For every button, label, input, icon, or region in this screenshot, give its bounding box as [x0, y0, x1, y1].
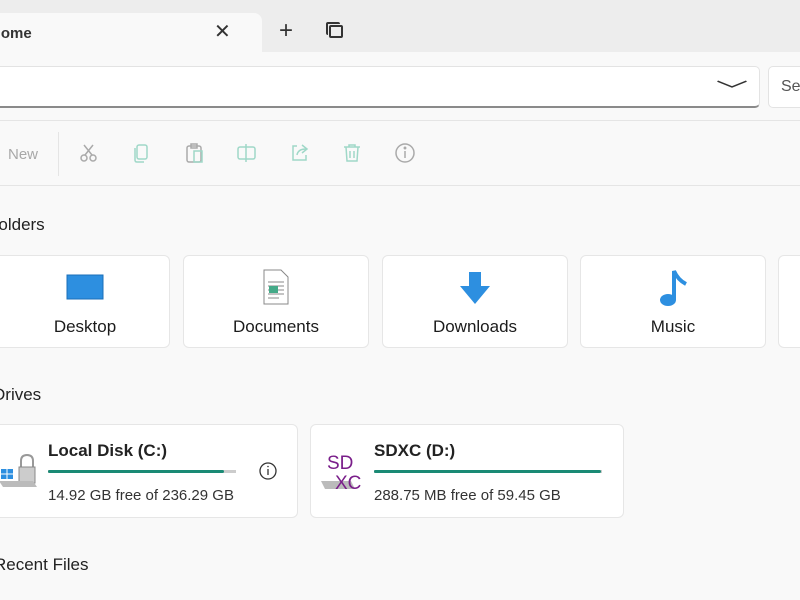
drive-name: SDXC (D:) — [374, 441, 456, 460]
tab-title: Home — [0, 25, 32, 42]
paste-icon[interactable] — [184, 142, 206, 164]
close-tab-icon[interactable]: ✕ — [214, 19, 231, 44]
cut-icon[interactable] — [78, 142, 100, 164]
drive-c[interactable]: Local Disk (C:) 14.92 GB free of 236.29 … — [0, 424, 298, 518]
info-icon[interactable] — [258, 461, 278, 481]
svg-text:SD: SD — [327, 453, 353, 474]
drive-name: Local Disk (C:) — [48, 441, 168, 460]
folder-label: Downloads — [432, 317, 518, 336]
properties-icon[interactable] — [394, 142, 416, 164]
sdxc-drive-icon: SDXC — [321, 453, 361, 494]
folder-downloads[interactable]: Downloads — [382, 255, 568, 348]
section-drives: Drives — [0, 385, 42, 404]
folder-desktop[interactable]: Desktop — [0, 255, 170, 348]
documents-icon — [263, 269, 289, 305]
duplicate-tab-icon[interactable] — [326, 22, 343, 38]
folder-documents[interactable]: Documents — [183, 255, 369, 348]
divider — [0, 185, 800, 186]
rename-icon[interactable] — [236, 142, 258, 164]
desktop-icon — [66, 274, 104, 300]
search-input[interactable]: Se — [768, 66, 800, 108]
divider — [0, 120, 800, 121]
drive-c-icon — [0, 453, 37, 487]
drive-usage-bar — [374, 470, 602, 473]
svg-text:XC: XC — [335, 473, 361, 494]
downloads-icon — [460, 272, 490, 304]
music-icon — [660, 270, 687, 306]
folder-music[interactable]: Music — [580, 255, 766, 348]
toolbar-divider — [58, 132, 59, 176]
address-bar[interactable] — [0, 66, 760, 108]
section-folders: Folders — [0, 215, 45, 234]
tab-home[interactable]: Home ✕ — [0, 13, 262, 53]
drive-d[interactable]: SD XC SDXC (D:) 288.75 MB free of 59.45 G… — [310, 424, 624, 518]
new-button[interactable]: New — [8, 146, 38, 163]
new-tab-button[interactable]: + — [279, 17, 293, 45]
folder-label: Music — [650, 317, 696, 336]
drive-free-space: 14.92 GB free of 236.29 GB — [48, 487, 234, 504]
copy-icon[interactable] — [131, 142, 153, 164]
delete-icon[interactable] — [341, 142, 363, 164]
folder-label: Documents — [233, 317, 319, 336]
share-icon[interactable] — [289, 142, 311, 164]
drive-free-space: 288.75 MB free of 59.45 GB — [374, 487, 561, 504]
folder-label: Desktop — [53, 317, 117, 336]
drive-usage-bar — [48, 470, 236, 473]
chevron-down-icon[interactable]: ﹀ — [716, 74, 748, 103]
folder-partial[interactable] — [778, 255, 800, 348]
section-recent-files: Recent Files — [0, 555, 89, 574]
